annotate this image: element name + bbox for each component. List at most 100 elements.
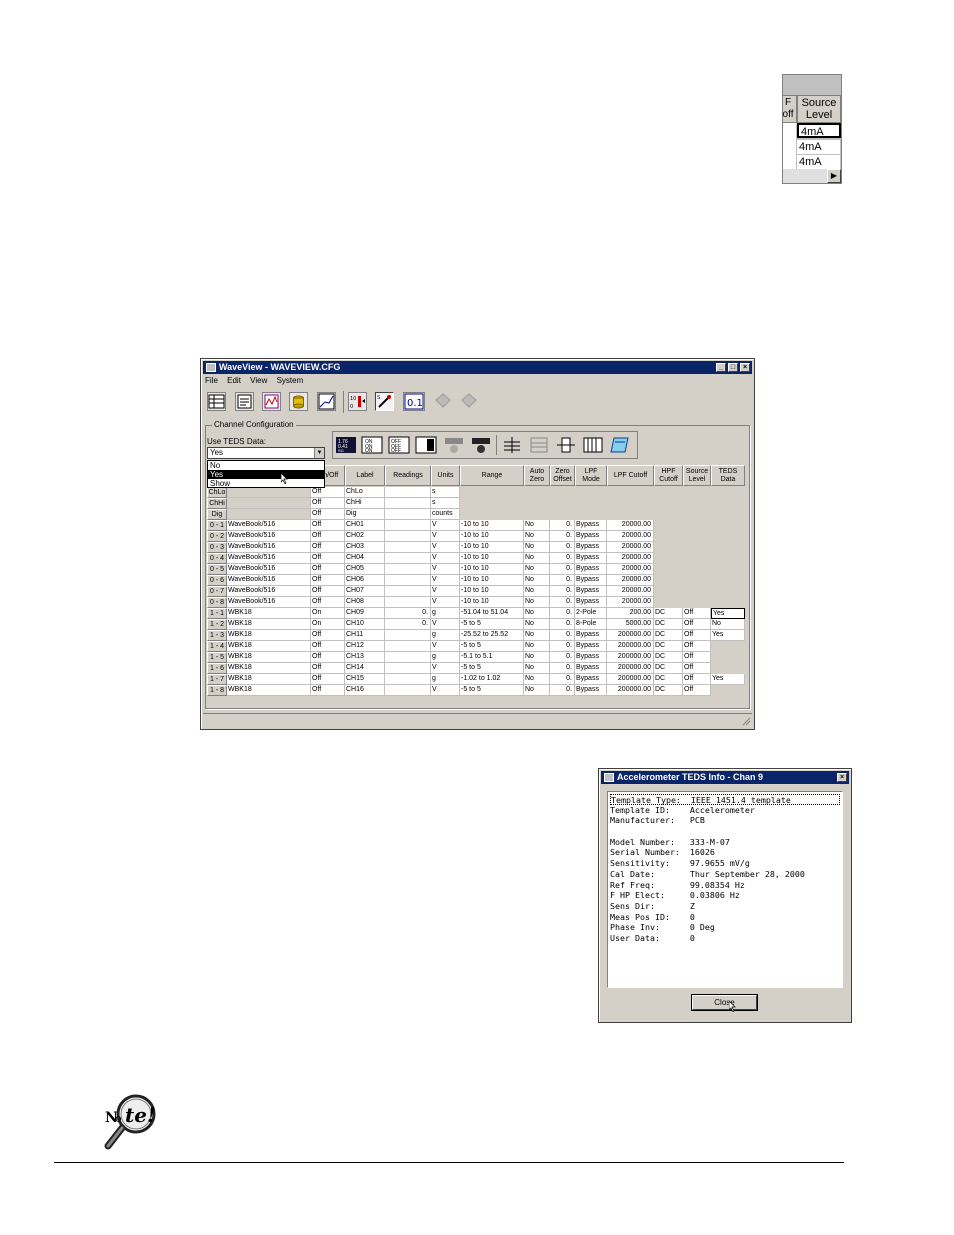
cell-lpfm[interactable]: Bypass	[575, 575, 607, 586]
cell-lpfc[interactable]: 20000.00	[607, 597, 654, 608]
cell-units[interactable]: V	[431, 663, 460, 674]
maximize-button[interactable]: □	[728, 363, 738, 372]
cell-dev[interactable]: WBK18	[227, 663, 311, 674]
row-header[interactable]: 1 - 2	[207, 619, 227, 630]
row-header[interactable]: 1 - 7	[207, 674, 227, 685]
cell-zo[interactable]: 0.	[550, 663, 575, 674]
cell-units[interactable]: V	[431, 531, 460, 542]
cell-reading[interactable]	[385, 641, 431, 652]
cell-reading[interactable]	[385, 630, 431, 641]
cell-onoff[interactable]: Off	[311, 520, 345, 531]
cell-units[interactable]: V	[431, 542, 460, 553]
cell-hpf[interactable]: DC	[654, 663, 683, 674]
cell-label[interactable]: CH03	[345, 542, 385, 553]
cell-zo[interactable]: 0.	[550, 542, 575, 553]
cell-dev[interactable]: WBK18	[227, 674, 311, 685]
cell-range[interactable]: -10 to 10	[460, 564, 524, 575]
cell-reading[interactable]	[385, 575, 431, 586]
cell-label[interactable]: CH14	[345, 663, 385, 674]
cell-onoff[interactable]: Off	[311, 564, 345, 575]
close-button[interactable]: Close	[692, 995, 757, 1010]
cell-dev[interactable]: WaveBook/516	[227, 531, 311, 542]
chevron-down-icon[interactable]: ▼	[314, 448, 324, 458]
cell-zo[interactable]: 0.	[550, 685, 575, 696]
cell-units[interactable]: s	[431, 487, 460, 498]
use-teds-select[interactable]: Yes ▼	[207, 447, 325, 459]
row-header[interactable]: Dig	[207, 509, 227, 520]
cell-onoff[interactable]: Off	[311, 641, 345, 652]
cell-onoff[interactable]: On	[311, 608, 345, 619]
cell-reading[interactable]	[385, 674, 431, 685]
row-header[interactable]: 0 - 8	[207, 597, 227, 608]
cell-units[interactable]: V	[431, 597, 460, 608]
row-header[interactable]: 0 - 1	[207, 520, 227, 531]
cell-reading[interactable]	[385, 553, 431, 564]
column-header[interactable]: Units	[431, 465, 460, 486]
cell-dev[interactable]: WaveBook/516	[227, 542, 311, 553]
column-header[interactable]: LPF Cutoff	[607, 465, 654, 486]
cell-lpfc[interactable]: 200000.00	[607, 674, 654, 685]
cell-lpfm[interactable]: 8-Pole	[575, 619, 607, 630]
menu-edit[interactable]: Edit	[227, 376, 241, 385]
cell-label[interactable]: Dig	[345, 509, 385, 520]
cell-range[interactable]: -25.52 to 25.52	[460, 630, 524, 641]
cell-az[interactable]: No	[524, 597, 550, 608]
cell-units[interactable]: g	[431, 652, 460, 663]
cell-zo[interactable]: 0.	[550, 553, 575, 564]
cell-range[interactable]: -51.04 to 51.04	[460, 608, 524, 619]
cell-reading[interactable]	[385, 652, 431, 663]
column-header[interactable]: HPF Cutoff	[654, 465, 683, 486]
cell-dev[interactable]	[227, 509, 311, 520]
cell-teds[interactable]: Yes	[711, 674, 745, 685]
cell-label[interactable]: CH12	[345, 641, 385, 652]
cell-az[interactable]: No	[524, 663, 550, 674]
cell-dev[interactable]: WaveBook/516	[227, 575, 311, 586]
cell-zo[interactable]: 0.	[550, 597, 575, 608]
cell-dev[interactable]: WaveBook/516	[227, 586, 311, 597]
cell-az[interactable]: No	[524, 542, 550, 553]
grid-lines-icon[interactable]	[528, 436, 550, 454]
cell-lpfm[interactable]: Bypass	[575, 630, 607, 641]
cell-zo[interactable]: 0.	[550, 520, 575, 531]
cell-src[interactable]: Off	[683, 641, 711, 652]
cell-label[interactable]: CH02	[345, 531, 385, 542]
cell-range[interactable]: -10 to 10	[460, 553, 524, 564]
cell-dev[interactable]: WBK18	[227, 641, 311, 652]
scope-icon[interactable]	[262, 392, 281, 411]
cell-units[interactable]: g	[431, 674, 460, 685]
cell-lpfc[interactable]: 200000.00	[607, 685, 654, 696]
cell-reading[interactable]	[385, 531, 431, 542]
cell-az[interactable]: No	[524, 674, 550, 685]
cell-dev[interactable]: WBK18	[227, 685, 311, 696]
cell-az[interactable]: No	[524, 630, 550, 641]
cell-zo[interactable]: 0.	[550, 608, 575, 619]
cell-az[interactable]: No	[524, 652, 550, 663]
row-header[interactable]: 0 - 5	[207, 564, 227, 575]
column-header[interactable]: Readings	[385, 465, 431, 486]
cell-range[interactable]: -10 to 10	[460, 586, 524, 597]
cell-lpfm[interactable]: Bypass	[575, 674, 607, 685]
range-scale-icon[interactable]: 10 0	[348, 392, 367, 411]
cell-az[interactable]: No	[524, 575, 550, 586]
row-header[interactable]: 0 - 4	[207, 553, 227, 564]
option-show[interactable]: Show	[208, 479, 324, 488]
cell-zo[interactable]: 0.	[550, 575, 575, 586]
cell-src[interactable]: Off	[683, 652, 711, 663]
sensor-tool-icon[interactable]	[470, 436, 492, 454]
cell-onoff[interactable]: Off	[311, 663, 345, 674]
cell-hpf[interactable]: DC	[654, 652, 683, 663]
cell-lpfc[interactable]: 20000.00	[607, 553, 654, 564]
cell-src[interactable]: Off	[683, 685, 711, 696]
row-header[interactable]: 0 - 7	[207, 586, 227, 597]
horizontal-scrollbar[interactable]: ▶	[783, 169, 841, 183]
cell-onoff[interactable]: On	[311, 619, 345, 630]
option-yes[interactable]: Yes	[208, 470, 324, 479]
cell-lpfc[interactable]: 200000.00	[607, 663, 654, 674]
cell-hpf[interactable]: DC	[654, 630, 683, 641]
cell-zo[interactable]: 0.	[550, 674, 575, 685]
cell-lpfc[interactable]: 5000.00	[607, 619, 654, 630]
cell-onoff[interactable]: Off	[311, 487, 345, 498]
cell-reading[interactable]	[385, 597, 431, 608]
cell-onoff[interactable]: Off	[311, 509, 345, 520]
cell-lpfc[interactable]: 20000.00	[607, 520, 654, 531]
